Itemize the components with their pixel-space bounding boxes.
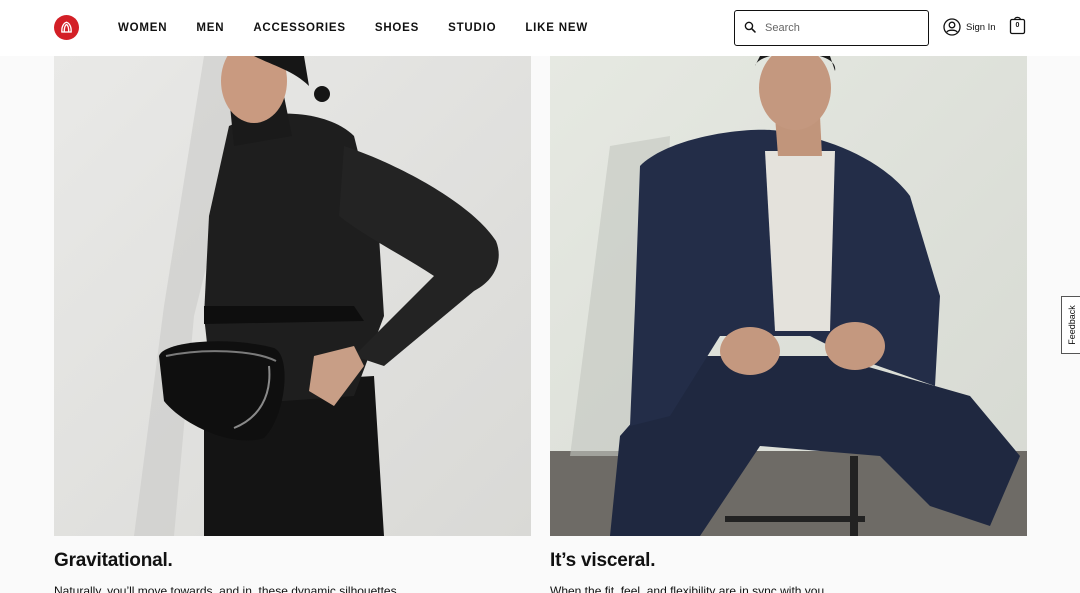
sign-in-label: Sign In bbox=[966, 21, 996, 33]
main-nav: WOMEN MEN ACCESSORIES SHOES STUDIO LIKE … bbox=[118, 0, 617, 56]
man-suit-photo[interactable] bbox=[550, 56, 1027, 536]
nav-item-shoes[interactable]: SHOES bbox=[375, 22, 419, 34]
search-input[interactable] bbox=[765, 22, 915, 34]
user-icon bbox=[943, 18, 961, 36]
logo-mark-icon bbox=[61, 21, 72, 33]
shopping-bag-button[interactable]: 0 bbox=[1009, 15, 1026, 37]
woman-belt-bag-photo[interactable] bbox=[54, 56, 531, 536]
card-description: Naturally, you’ll move towards, and in, … bbox=[54, 584, 400, 593]
search-box[interactable] bbox=[734, 10, 929, 46]
feedback-label: Feedback bbox=[1066, 305, 1077, 345]
card-title: It’s visceral. bbox=[550, 550, 656, 571]
nav-item-men[interactable]: MEN bbox=[196, 22, 224, 34]
nav-item-women[interactable]: WOMEN bbox=[118, 22, 167, 34]
feature-card-gravitational[interactable]: Gravitational. Naturally, you’ll move to… bbox=[54, 56, 531, 593]
card-description: When the fit, feel, and flexibility are … bbox=[550, 584, 828, 593]
site-header: WOMEN MEN ACCESSORIES SHOES STUDIO LIKE … bbox=[0, 0, 1080, 56]
bag-count: 0 bbox=[1015, 22, 1020, 29]
nav-item-studio[interactable]: STUDIO bbox=[448, 22, 496, 34]
search-icon bbox=[744, 21, 758, 35]
nav-item-accessories[interactable]: ACCESSORIES bbox=[253, 22, 346, 34]
nav-item-like-new[interactable]: LIKE NEW bbox=[525, 22, 588, 34]
lululemon-logo[interactable] bbox=[54, 15, 79, 40]
card-title: Gravitational. bbox=[54, 550, 173, 571]
feedback-tab[interactable]: Feedback bbox=[1061, 296, 1080, 354]
sign-in-link[interactable]: Sign In bbox=[943, 17, 996, 37]
feature-card-visceral[interactable]: It’s visceral. When the fit, feel, and f… bbox=[550, 56, 1027, 593]
